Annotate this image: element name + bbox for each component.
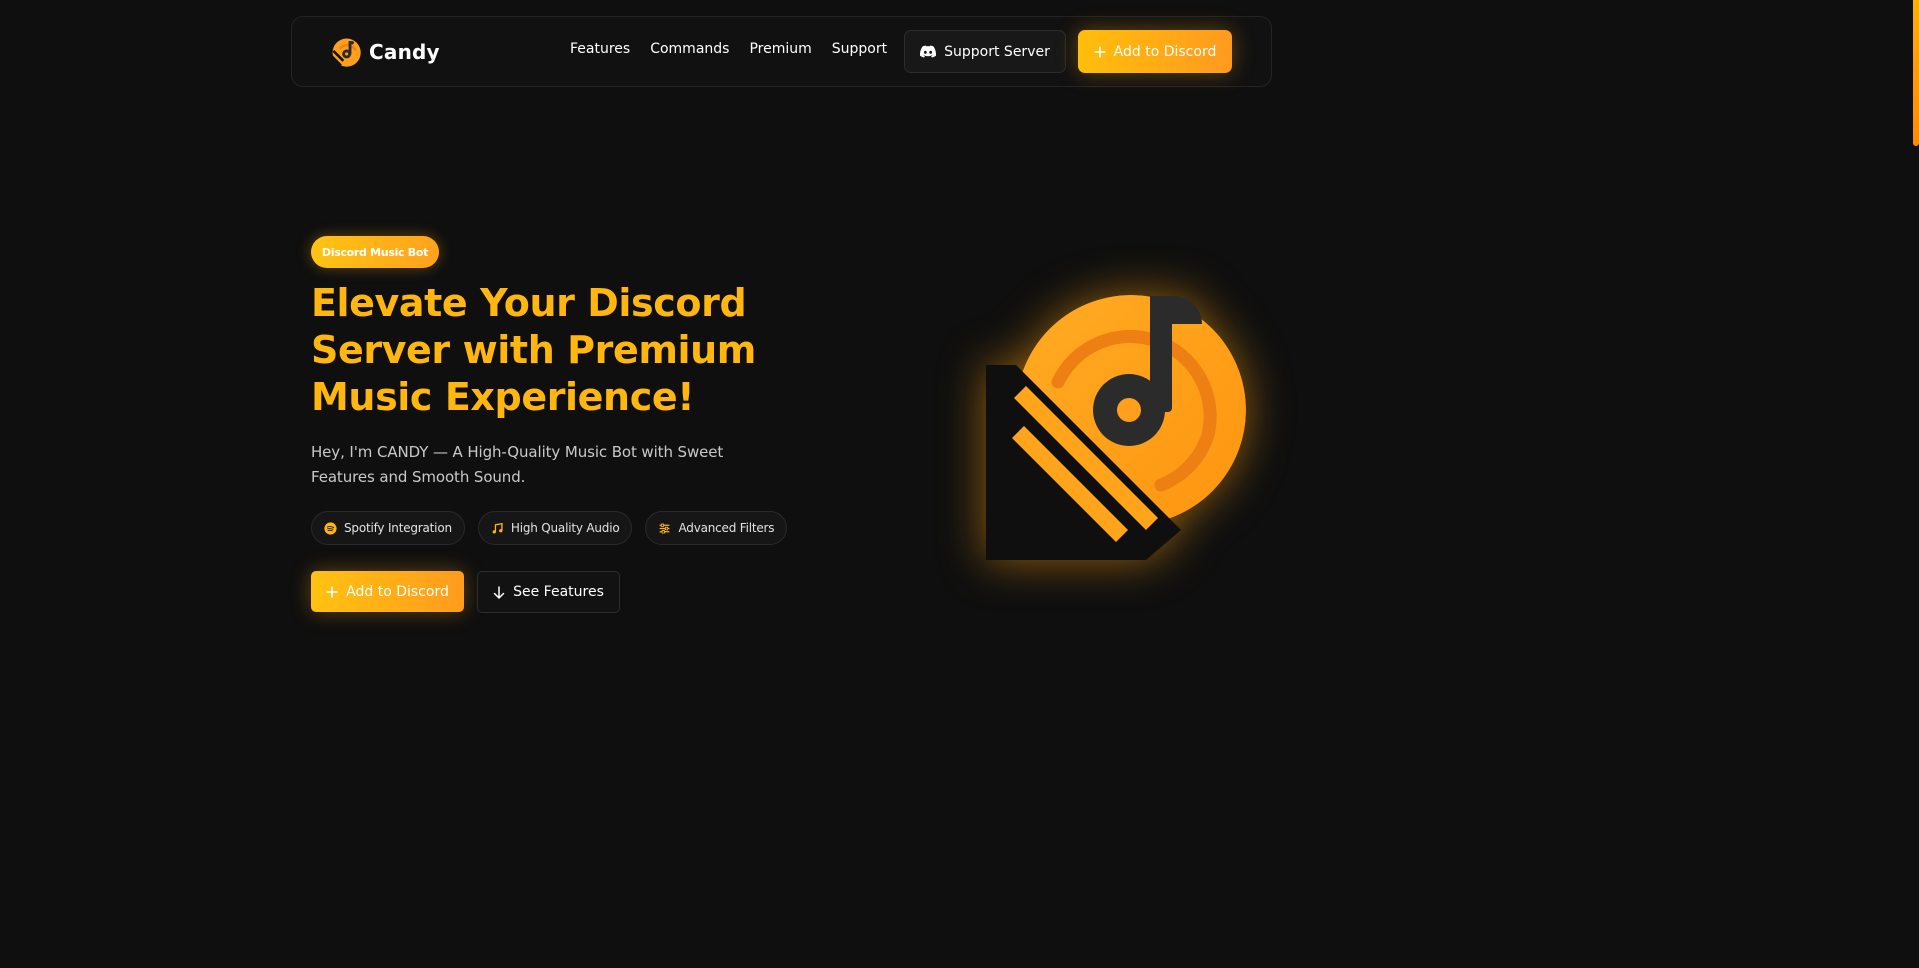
hero-subtitle: Hey, I'm CANDY — A High-Quality Music Bo… (311, 443, 724, 486)
music-note-icon (492, 522, 503, 534)
plus-icon (326, 585, 338, 598)
see-features-label: See Features (513, 584, 604, 600)
arrow-down-icon (493, 585, 505, 599)
chip-filters: Advanced Filters (645, 511, 788, 545)
discord-icon (920, 45, 937, 58)
see-features-button[interactable]: See Features (477, 571, 620, 613)
support-server-button[interactable]: Support Server (904, 30, 1066, 73)
candy-music-disc-icon (330, 38, 361, 67)
chip-spotify: Spotify Integration (311, 511, 465, 545)
nav-link-features[interactable]: Features (570, 41, 630, 57)
hero-add-to-discord-label: Add to Discord (346, 583, 449, 600)
chip-label: Spotify Integration (344, 521, 452, 535)
add-to-discord-label: Add to Discord (1113, 43, 1217, 60)
feature-chips: Spotify Integration High Quality Audio A… (311, 511, 788, 545)
support-server-label: Support Server (944, 43, 1050, 60)
chip-audio: High Quality Audio (477, 511, 633, 545)
brand-name: Candy (369, 40, 440, 64)
navbar: Candy Features Commands Premium Support … (291, 16, 1272, 87)
spotify-icon (324, 521, 337, 535)
add-to-discord-button[interactable]: Add to Discord (1078, 30, 1232, 73)
scrollbar-thumb[interactable] (1913, 0, 1919, 146)
hero-title: Elevate Your Discord Server with Premium… (311, 281, 757, 419)
candy-music-disc-icon (986, 295, 1246, 560)
nav-links: Features Commands Premium Support (570, 41, 887, 57)
hero-add-to-discord-button[interactable]: Add to Discord (311, 571, 464, 612)
chip-label: Advanced Filters (678, 521, 775, 535)
nav-link-premium[interactable]: Premium (749, 41, 811, 57)
hero-badge: Discord Music Bot (311, 236, 439, 268)
nav-link-support[interactable]: Support (832, 41, 887, 57)
brand[interactable]: Candy (330, 35, 440, 69)
plus-icon (1093, 45, 1106, 58)
sliders-icon (660, 522, 670, 534)
nav-link-commands[interactable]: Commands (650, 41, 729, 57)
chip-label: High Quality Audio (510, 521, 620, 535)
